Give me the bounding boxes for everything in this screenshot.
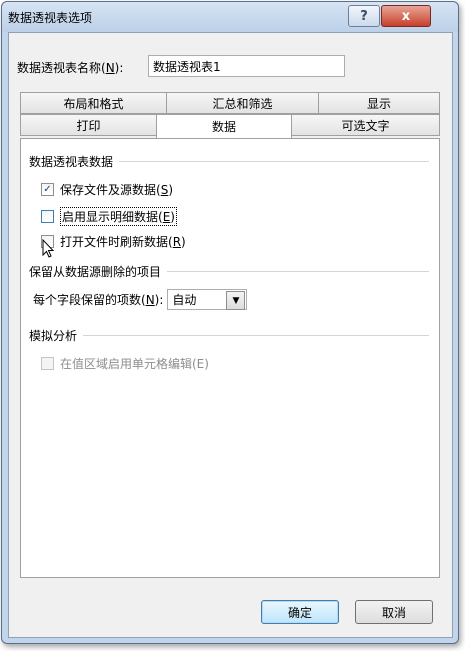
tab-totals-filters[interactable]: 汇总和筛选 xyxy=(166,92,319,114)
save-source-data-label: 保存文件及源数据(S) xyxy=(60,183,173,197)
enable-cell-editing-label: 在值区域启用单元格编辑(E) xyxy=(60,357,209,371)
ok-button[interactable]: 确定 xyxy=(261,600,339,624)
items-to-retain-select[interactable]: 自动 ▼ xyxy=(167,289,248,310)
enable-show-details-label: 启用显示明细数据(E) xyxy=(60,207,177,226)
what-if-group-header: 模拟分析 xyxy=(29,327,429,344)
help-button[interactable]: ? xyxy=(348,5,380,27)
dialog-title: 数据透视表选项 xyxy=(8,11,93,25)
enable-cell-editing-checkbox xyxy=(41,357,54,370)
items-to-retain-label: 每个字段保留的项数(N): xyxy=(33,293,164,307)
refresh-on-open-option[interactable]: 打开文件时刷新数据(R) xyxy=(41,233,186,250)
tab-data[interactable]: 数据 xyxy=(156,114,292,138)
tab-display[interactable]: 显示 xyxy=(318,92,440,114)
tab-layout-format[interactable]: 布局和格式 xyxy=(20,92,167,114)
title-bar[interactable]: 数据透视表选项 ? x xyxy=(2,2,458,32)
pivot-name-label: 数据透视表名称(N): xyxy=(17,61,124,75)
pivot-options-dialog: 数据透视表选项 ? x 数据透视表名称(N): 布局和格式 汇总和筛选 显示 打… xyxy=(1,1,459,644)
enable-show-details-option[interactable]: 启用显示明细数据(E) xyxy=(41,207,177,226)
mouse-cursor-icon xyxy=(42,239,55,258)
tab-print[interactable]: 打印 xyxy=(20,114,157,136)
close-button[interactable]: x xyxy=(381,5,431,27)
dialog-body: 数据透视表名称(N): 布局和格式 汇总和筛选 显示 打印 数据 可选文字 数据… xyxy=(8,32,453,638)
enable-cell-editing-option: 在值区域启用单元格编辑(E) xyxy=(41,355,209,372)
pivot-data-group-header: 数据透视表数据 xyxy=(29,153,429,170)
enable-show-details-checkbox[interactable] xyxy=(41,210,54,223)
retain-items-group-header: 保留从数据源删除的项目 xyxy=(29,263,429,280)
save-source-data-checkbox[interactable]: ✓ xyxy=(41,183,54,196)
tab-alt-text[interactable]: 可选文字 xyxy=(291,114,440,136)
cancel-button[interactable]: 取消 xyxy=(355,600,433,624)
pivot-name-input[interactable] xyxy=(148,55,345,77)
save-source-data-option[interactable]: ✓ 保存文件及源数据(S) xyxy=(41,181,173,198)
items-to-retain-row: 每个字段保留的项数(N): 自动 ▼ xyxy=(33,289,248,310)
data-tab-panel: 数据透视表数据 ✓ 保存文件及源数据(S) 启用显示明细数据(E) 打开文件时刷… xyxy=(20,138,440,578)
items-to-retain-value: 自动 xyxy=(172,293,197,307)
refresh-on-open-label: 打开文件时刷新数据(R) xyxy=(60,235,186,249)
dropdown-arrow-icon[interactable]: ▼ xyxy=(226,291,246,310)
